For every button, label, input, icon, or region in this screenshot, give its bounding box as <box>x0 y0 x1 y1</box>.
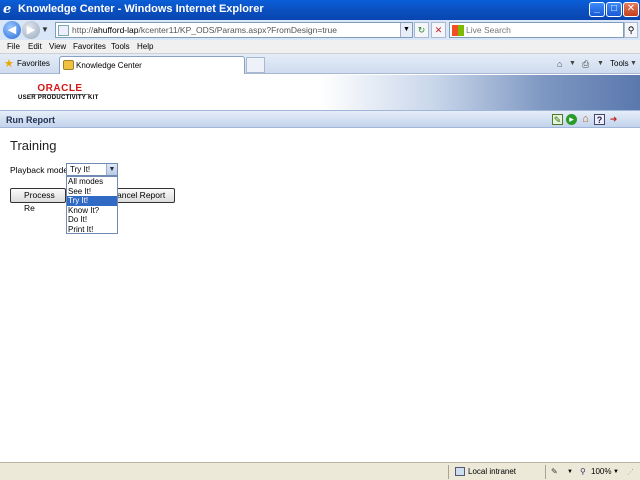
url-text: http://ahufford-lap/kcenter11/KP_ODS/Par… <box>72 25 337 35</box>
minimize-button[interactable]: _ <box>589 2 605 17</box>
status-divider <box>545 465 546 479</box>
oracle-logo: ORACLE <box>30 83 90 95</box>
protected-mode-dropdown-icon[interactable]: ▼ <box>567 469 573 475</box>
stop-icon[interactable]: ✕ <box>431 22 446 38</box>
ie-logo-icon: e <box>3 2 12 17</box>
url-field[interactable]: http://ahufford-lap/kcenter11/KP_ODS/Par… <box>55 22 413 38</box>
page-banner <box>0 75 640 110</box>
search-box[interactable] <box>449 22 624 38</box>
option-try-it[interactable]: Try It! <box>67 196 117 206</box>
live-search-logo-icon <box>452 25 464 36</box>
option-do-it[interactable]: Do It! <box>67 215 117 225</box>
process-report-button[interactable]: Process Re <box>10 188 66 213</box>
playback-mode-value: Try It! <box>70 165 91 174</box>
tab-page-icon <box>63 60 74 70</box>
option-print-it[interactable]: Print It! <box>67 225 117 235</box>
intranet-zone-icon <box>455 467 465 476</box>
print-dropdown-icon[interactable]: ▼ <box>597 60 604 67</box>
option-know-it[interactable]: Know It? <box>67 206 117 216</box>
menu-help[interactable]: Help <box>137 42 153 51</box>
print-icon[interactable]: ⎙ <box>582 59 589 70</box>
maximize-button[interactable]: □ <box>606 2 622 17</box>
exit-icon[interactable]: ➜ <box>608 114 619 125</box>
search-icon[interactable]: ⚲ <box>624 22 638 38</box>
cancel-report-button[interactable]: ancel Report <box>116 188 175 203</box>
close-button[interactable]: ✕ <box>623 2 639 17</box>
favorites-bar: ★ Favorites Knowledge Center ⌂ ▼ ⎙ ▼ Too… <box>0 54 640 74</box>
search-input[interactable] <box>466 24 616 36</box>
product-name: USER PRODUCTIVITY KIT <box>18 95 99 101</box>
status-bar: Local intranet ✎ ▼ ⚲ 100% ▼ ⋰ <box>0 462 640 480</box>
home-icon[interactable]: ⌂ <box>580 114 591 125</box>
window-title: Knowledge Center - Windows Internet Expl… <box>18 3 264 15</box>
go-icon[interactable]: ▸ <box>566 114 577 125</box>
tools-button[interactable]: Tools <box>610 59 629 68</box>
playback-mode-select[interactable]: Try It! ▼ <box>66 163 118 176</box>
report-toolbar: Run Report ✎ ▸ ⌂ ? ➜ <box>0 110 640 128</box>
zoom-icon[interactable]: ⚲ <box>580 467 586 476</box>
home-dropdown-icon[interactable]: ▼ <box>569 60 576 67</box>
favorites-star-icon[interactable]: ★ <box>4 57 14 70</box>
menu-file[interactable]: File <box>7 42 20 51</box>
back-button[interactable]: ◀ <box>3 21 21 39</box>
menu-tools[interactable]: Tools <box>111 42 130 51</box>
security-zone: Local intranet <box>468 467 517 476</box>
window-title-bar: e Knowledge Center - Windows Internet Ex… <box>0 0 640 20</box>
resize-grip-icon[interactable]: ⋰ <box>627 468 634 476</box>
menu-bar: File Edit View Favorites Tools Help <box>0 40 640 54</box>
export-icon[interactable]: ✎ <box>552 114 563 125</box>
status-divider <box>448 465 449 479</box>
recent-pages-dropdown-icon[interactable]: ▼ <box>41 25 49 34</box>
zoom-level[interactable]: 100% <box>591 467 611 476</box>
url-dropdown-icon[interactable]: ▼ <box>400 23 412 37</box>
home-icon[interactable]: ⌂ <box>557 59 562 69</box>
menu-favorites[interactable]: Favorites <box>73 42 106 51</box>
option-all-modes[interactable]: All modes <box>67 177 117 187</box>
tab-label: Knowledge Center <box>76 61 142 70</box>
report-heading: Training <box>10 138 57 153</box>
protected-mode-icon[interactable]: ✎ <box>551 467 558 476</box>
refresh-icon[interactable]: ↻ <box>414 22 429 38</box>
new-tab-button[interactable] <box>246 57 265 73</box>
chevron-down-icon[interactable]: ▼ <box>106 164 117 175</box>
forward-button[interactable]: ▶ <box>22 21 40 39</box>
playback-mode-options: All modes See It! Try It! Know It? Do It… <box>66 176 118 234</box>
page-icon <box>58 25 69 36</box>
zoom-dropdown-icon[interactable]: ▼ <box>613 469 619 475</box>
address-bar: ◀ ▶ ▼ http://ahufford-lap/kcenter11/KP_O… <box>0 20 640 40</box>
page-title: Run Report <box>6 115 55 125</box>
favorites-button[interactable]: Favorites <box>17 59 50 68</box>
help-icon[interactable]: ? <box>594 114 605 125</box>
option-see-it[interactable]: See It! <box>67 187 117 197</box>
menu-edit[interactable]: Edit <box>28 42 42 51</box>
playback-mode-label: Playback mode <box>10 165 69 175</box>
tab-knowledge-center[interactable]: Knowledge Center <box>59 56 245 74</box>
menu-view[interactable]: View <box>49 42 66 51</box>
tools-dropdown-icon[interactable]: ▼ <box>630 60 637 67</box>
